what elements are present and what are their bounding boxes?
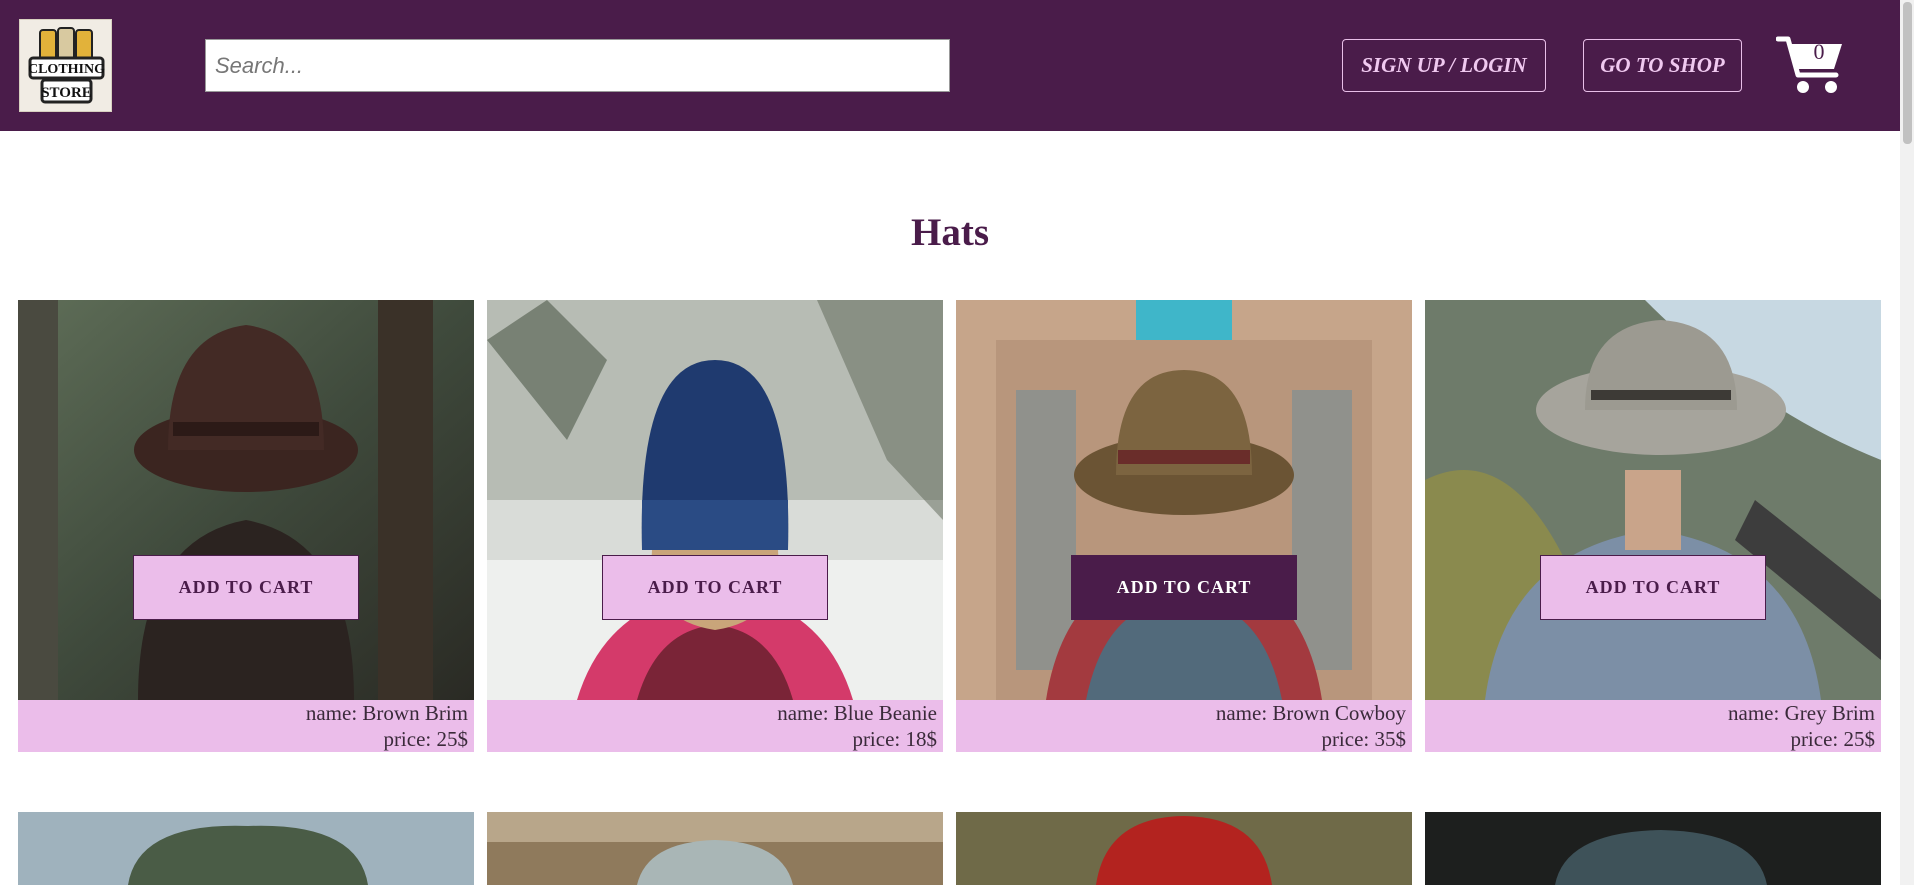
blue-cap-photo[interactable] — [1425, 812, 1881, 885]
green-beanie-photo[interactable] — [18, 812, 474, 885]
store-logo[interactable]: CLOTHING STORE — [19, 19, 112, 112]
cart-count: 0 — [1813, 39, 1825, 64]
category-title: Hats — [911, 211, 989, 254]
product-info: name: Brown Brim price: 25$ — [18, 700, 474, 752]
search-input[interactable] — [205, 39, 950, 92]
product-card — [487, 812, 943, 885]
add-to-cart-button[interactable]: ADD TO CART — [133, 555, 359, 620]
go-to-shop-button[interactable]: GO TO SHOP — [1583, 39, 1742, 92]
product-name: name: Blue Beanie — [777, 701, 937, 725]
page-scrollbar[interactable] — [1900, 0, 1914, 885]
red-beanie-photo[interactable] — [956, 812, 1412, 885]
product-card: ADD TO CART name: Brown Cowboy price: 35… — [956, 300, 1412, 752]
product-card: ADD TO CART name: Grey Brim price: 25$ — [1425, 300, 1881, 752]
product-info: name: Grey Brim price: 25$ — [1425, 700, 1881, 752]
product-card — [956, 812, 1412, 885]
add-to-cart-button[interactable]: ADD TO CART — [1071, 555, 1297, 620]
product-name: name: Brown Brim — [305, 701, 468, 725]
product-card — [1425, 812, 1881, 885]
product-info: name: Blue Beanie price: 18$ — [487, 700, 943, 752]
brown-brim-hat-photo[interactable]: ADD TO CART — [18, 300, 474, 700]
product-info: name: Brown Cowboy price: 35$ — [956, 700, 1412, 752]
grey-cap-photo[interactable] — [487, 812, 943, 885]
product-card: ADD TO CART name: Blue Beanie price: 18$ — [487, 300, 943, 752]
logo-text-bottom: STORE — [41, 85, 92, 101]
scrollbar-thumb[interactable] — [1903, 2, 1912, 144]
product-name: name: Grey Brim — [1728, 701, 1875, 725]
grey-brim-hat-photo[interactable]: ADD TO CART — [1425, 300, 1881, 700]
product-card: ADD TO CART name: Brown Brim price: 25$ — [18, 300, 474, 752]
brown-cowboy-hat-photo[interactable]: ADD TO CART — [956, 300, 1412, 700]
product-price: price: 25$ — [1790, 727, 1875, 751]
product-card — [18, 812, 474, 885]
product-price: price: 25$ — [383, 727, 468, 751]
signup-login-button[interactable]: SIGN UP / LOGIN — [1342, 39, 1546, 92]
product-name: name: Brown Cowboy — [1215, 701, 1406, 725]
add-to-cart-button[interactable]: ADD TO CART — [602, 555, 828, 620]
top-navbar: CLOTHING STORE SIGN UP / LOGIN GO TO SHO… — [0, 0, 1900, 131]
blue-beanie-photo[interactable]: ADD TO CART — [487, 300, 943, 700]
product-price: price: 18$ — [852, 727, 937, 751]
product-price: price: 35$ — [1321, 727, 1406, 751]
cart-button[interactable]: 0 — [1775, 33, 1846, 97]
store-logo-icon: CLOTHING STORE — [20, 20, 111, 111]
logo-text-top: CLOTHING — [28, 62, 105, 77]
add-to-cart-button[interactable]: ADD TO CART — [1540, 555, 1766, 620]
